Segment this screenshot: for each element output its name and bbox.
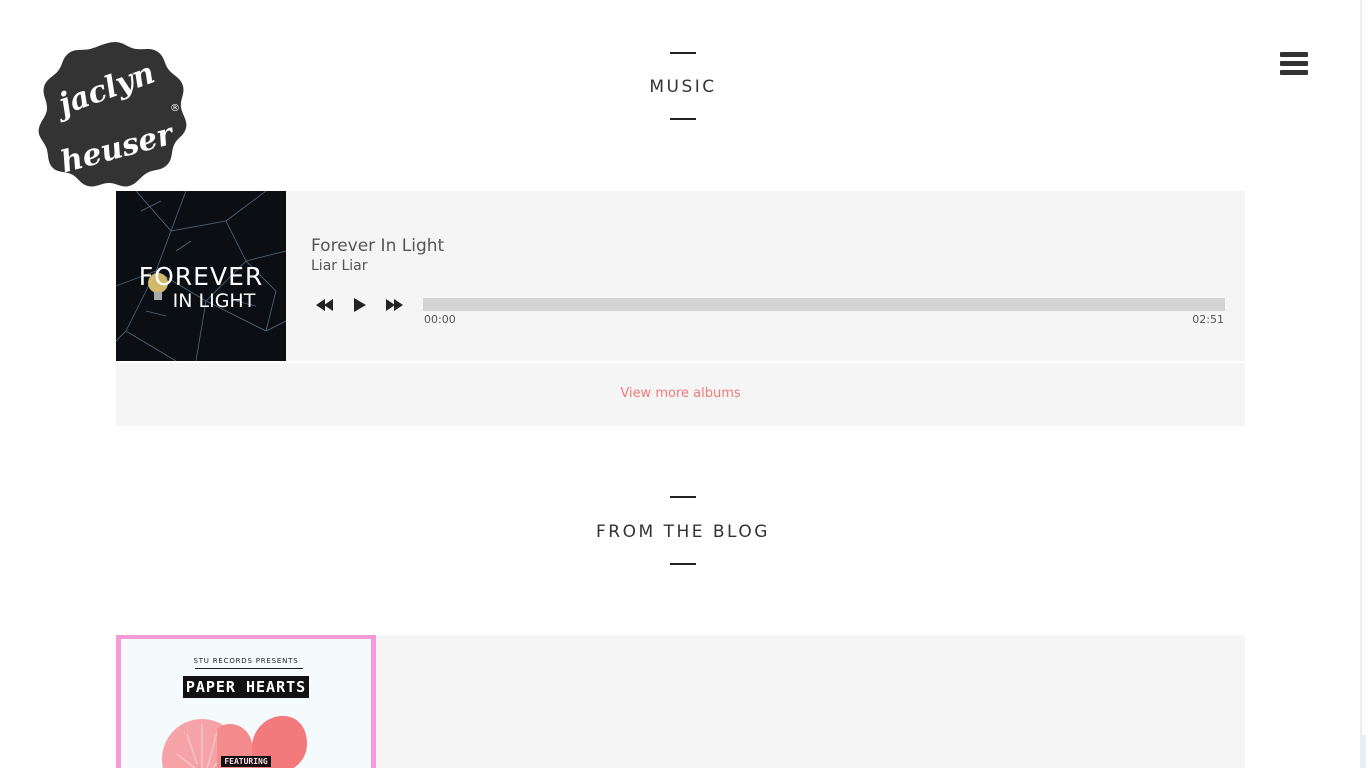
album-cover: FOREVER IN LIGHT <box>116 191 286 361</box>
album-art: FOREVER IN LIGHT <box>116 191 286 361</box>
thumbnail-featuring: FEATURING <box>121 751 371 768</box>
thumbnail-presents-text: STU RECORDS PRESENTS <box>193 657 299 665</box>
header-rule-bottom <box>670 118 696 120</box>
music-section-title: MUSIC <box>649 77 717 97</box>
audio-player: FOREVER IN LIGHT Forever In Light Liar L… <box>116 191 1245 361</box>
play-icon[interactable] <box>349 295 371 315</box>
music-section-header: MUSIC <box>0 52 1366 120</box>
header-rule-top <box>670 496 696 498</box>
window-edge-corner <box>1360 735 1366 768</box>
track-duration: 02:51 <box>1192 313 1224 326</box>
thumbnail-featuring-text: FEATURING <box>221 756 271 767</box>
blog-section-header: FROM THE BLOG <box>0 496 1366 565</box>
view-more-albums-link[interactable]: View more albums <box>620 386 740 401</box>
album-art-title-line1: FOREVER <box>139 262 264 291</box>
thumbnail-title: PAPER HEARTS <box>121 676 371 698</box>
progress-bar[interactable] <box>423 298 1225 311</box>
blog-section-title: FROM THE BLOG <box>596 522 770 542</box>
album-art-title-line2: IN LIGHT <box>173 290 256 312</box>
track-artist: Liar Liar <box>311 258 368 274</box>
blog-post-thumbnail[interactable]: STU RECORDS PRESENTS PAPER HEARTS FEATUR… <box>116 635 376 768</box>
header-rule-bottom <box>670 563 696 565</box>
header-rule-top <box>670 52 696 54</box>
current-time: 00:00 <box>424 313 456 326</box>
rewind-icon[interactable] <box>314 295 336 315</box>
view-more-bar: View more albums <box>116 363 1245 426</box>
blog-post-card[interactable]: STU RECORDS PRESENTS PAPER HEARTS FEATUR… <box>116 635 1245 768</box>
thumbnail-title-text: PAPER HEARTS <box>182 676 310 698</box>
thumbnail-divider <box>195 668 303 669</box>
thumbnail-artwork: STU RECORDS PRESENTS PAPER HEARTS FEATUR… <box>121 639 371 768</box>
track-title: Forever In Light <box>311 236 445 256</box>
page: jaclyn heuser ® MUSIC FOREVER IN LIGHT F… <box>0 0 1366 768</box>
fast-forward-icon[interactable] <box>383 295 405 315</box>
